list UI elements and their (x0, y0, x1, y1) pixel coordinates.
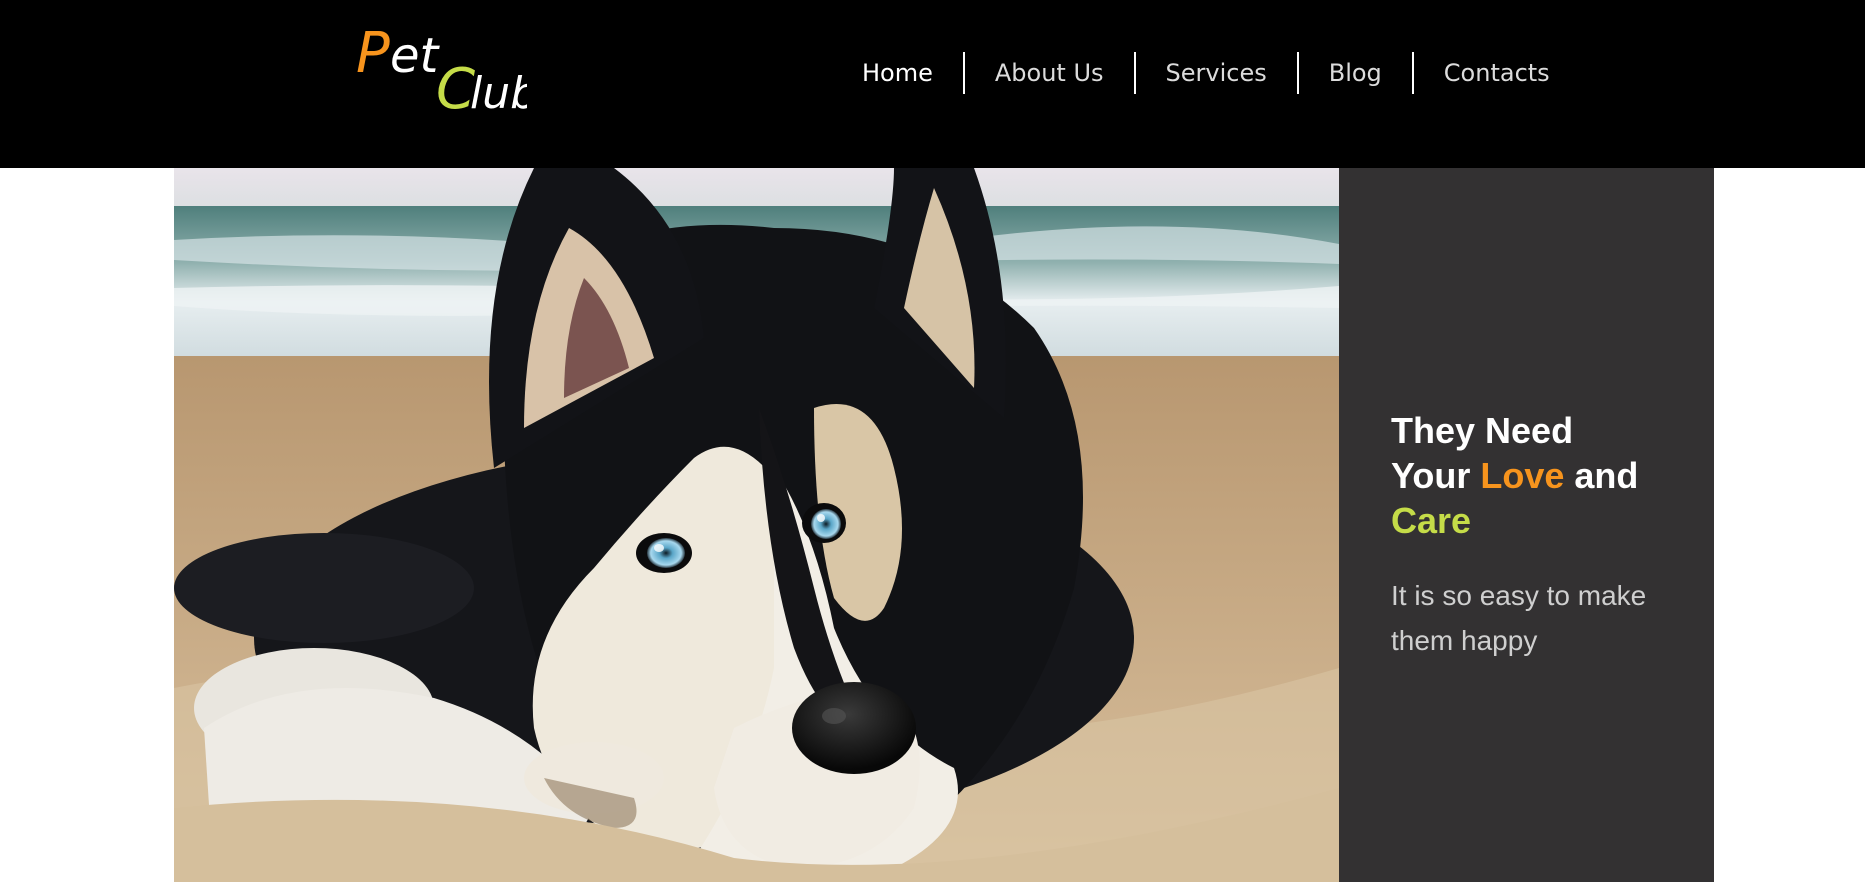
nav-item-contacts: Contacts (1414, 52, 1580, 94)
logo-club-rest: lub (470, 68, 527, 118)
nav-link-home[interactable]: Home (832, 52, 963, 94)
main-nav: Home About Us Services Blog Contacts (832, 52, 1580, 94)
nav-link-about-us[interactable]: About Us (965, 52, 1134, 94)
nav-item-home: Home (832, 52, 963, 94)
hero-text-panel: They Need Your Love and Care It is so ea… (1339, 168, 1714, 882)
headline-line1: They Need (1391, 410, 1574, 451)
nav-link-services[interactable]: Services (1136, 52, 1297, 94)
nav-item-about-us: About Us (965, 52, 1134, 94)
nav-link-blog[interactable]: Blog (1299, 52, 1412, 94)
headline-and: and (1564, 455, 1639, 496)
nav-link-contacts[interactable]: Contacts (1414, 52, 1580, 94)
nav-item-services: Services (1136, 52, 1297, 94)
nav-item-blog: Blog (1299, 52, 1412, 94)
headline-care: Care (1391, 500, 1472, 541)
logo-pet-initial: P (356, 21, 390, 86)
husky-dog-on-beach-photo (174, 168, 1339, 882)
headline-love: Love (1480, 455, 1565, 496)
logo-pet-rest: et (390, 28, 441, 84)
hero-subline: It is so easy to make them happy (1391, 580, 1647, 656)
pet-club-logo[interactable]: P et C lub (352, 18, 527, 118)
headline-your: Your (1391, 455, 1481, 496)
hero-headline: They Need Your Love and Care (1391, 408, 1691, 543)
site-header: P et C lub Home About Us Services Blog C… (0, 0, 1865, 168)
